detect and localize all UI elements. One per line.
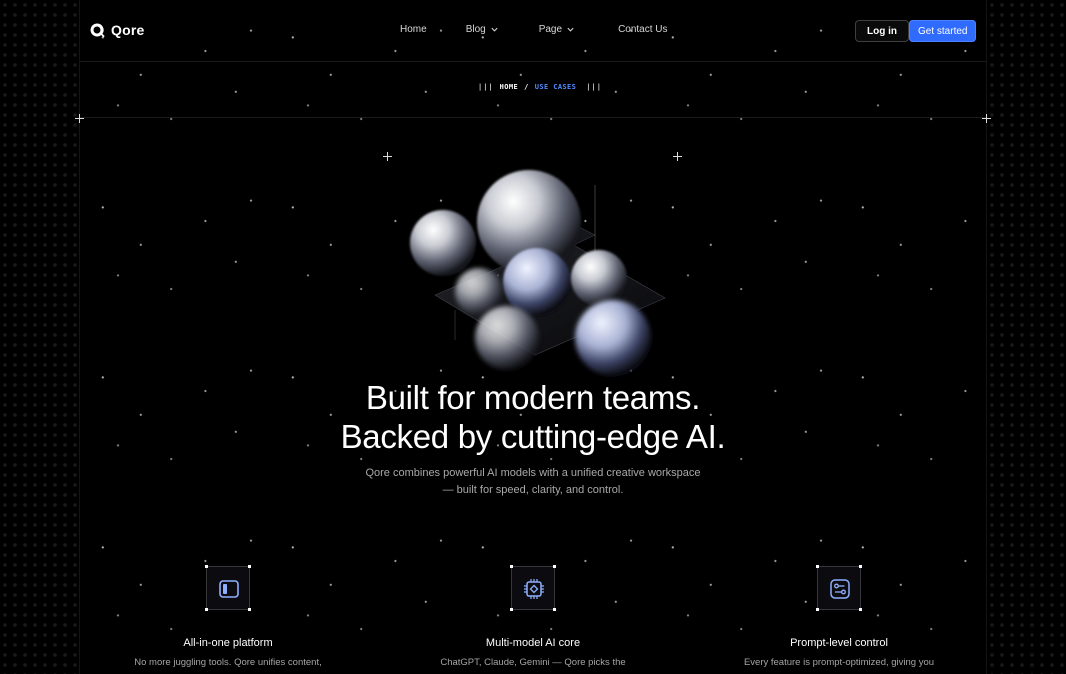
feature-card: All-in-one platform No more juggling too… [103,565,353,668]
nav-links: Home Blog Page Contact Us [400,24,668,35]
ai-chip-icon [524,579,544,599]
feature-title: Prompt-level control [790,637,888,649]
nav-link-contact[interactable]: Contact Us [618,24,667,35]
corner-plus-marker [982,114,991,123]
nav-link-home[interactable]: Home [400,24,427,35]
corner-plus-marker [75,114,84,123]
left-dot-pattern [0,0,80,674]
nav-link-label: Page [538,24,563,35]
hero-headline-line2: Backed by cutting-edge AI. [340,418,726,455]
breadcrumb-current: USE CASES [534,83,577,91]
get-started-button[interactable]: Get started [909,20,977,42]
hero-subtitle-line2: — built for speed, clarity, and control. [442,484,624,496]
navbar: Qore Home Blog Page Contact Us Log in Ge… [80,0,986,62]
feature-card: Prompt-level control Every feature is pr… [714,565,964,668]
feature-card: Multi-model AI core ChatGPT, Claude, Gem… [408,565,658,668]
feature-icon-box [510,565,556,611]
feature-icon-box [205,565,251,611]
feature-description: No more juggling tools. Qore unifies con… [134,657,322,668]
sidebar-panel-icon [219,580,239,598]
breadcrumb-strip: ||| HOME / USE CASES ||| [80,62,986,118]
nav-link-label: Blog [465,24,486,35]
sliders-icon [830,579,850,599]
brand-name: Qore [111,22,145,38]
feature-description: ChatGPT, Claude, Gemini — Qore picks the [440,657,626,668]
breadcrumb-home-link[interactable]: HOME [500,83,518,91]
hero-headline-line1: Built for modern teams. [365,379,701,416]
nav-link-blog[interactable]: Blog [466,24,499,35]
hero-subtitle-line1: Qore combines powerful AI models with a … [365,467,701,479]
feature-icon-box [816,565,862,611]
feature-title: Multi-model AI core [485,637,581,649]
breadcrumb-bars-left: ||| [478,83,494,91]
chevron-down-icon [567,27,574,32]
nav-link-page[interactable]: Page [539,24,575,35]
feature-title: All-in-one platform [183,637,273,649]
feature-description: Every feature is prompt-optimized, givin… [743,657,935,668]
breadcrumb-separator: / [524,83,529,91]
qore-logo-icon [90,23,105,38]
chevron-down-icon [491,27,498,32]
hero-spheres-illustration [410,170,666,376]
right-dot-pattern [986,0,1066,674]
nav-link-label: Contact Us [618,24,668,35]
nav-link-label: Home [400,24,427,35]
brand-logo[interactable]: Qore [89,22,144,38]
corner-plus-marker [383,152,392,161]
breadcrumb: ||| HOME / USE CASES ||| [478,83,602,91]
breadcrumb-bars-right: ||| [586,83,602,91]
login-button[interactable]: Log in [855,20,909,42]
